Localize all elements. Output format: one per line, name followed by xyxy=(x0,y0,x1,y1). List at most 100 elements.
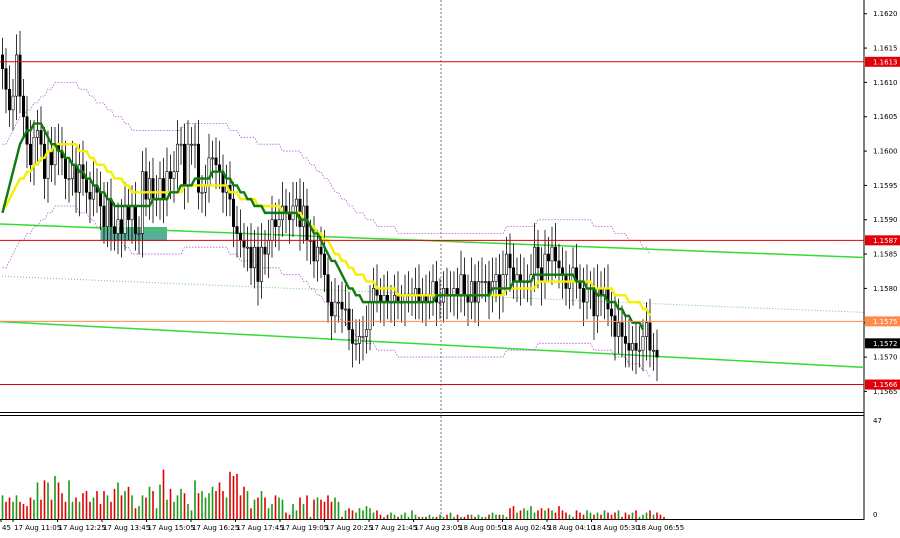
price-chart-canvas[interactable]: 1.1620 1.1615 1.1610 1.1605 1.1600 1.1595 1.15… xyxy=(0,0,900,534)
candle xyxy=(137,233,141,235)
candle xyxy=(186,143,190,186)
candle xyxy=(459,274,463,296)
candle xyxy=(634,343,638,351)
candle xyxy=(480,281,484,283)
candle xyxy=(294,198,298,207)
candle xyxy=(123,205,127,234)
candle xyxy=(99,191,103,207)
chart-background xyxy=(0,0,900,534)
time-tick-label: 18 Aug 04:10 xyxy=(548,524,595,532)
candle xyxy=(42,143,46,179)
current-price-label: 1.1572 xyxy=(873,340,898,348)
price-tick-label: 1.1615 xyxy=(873,45,898,53)
candle xyxy=(169,171,173,179)
candle xyxy=(263,246,267,255)
candle xyxy=(315,246,319,262)
candle xyxy=(623,336,627,344)
candle xyxy=(630,343,634,351)
price-tick-label: 1.1580 xyxy=(873,285,898,293)
time-tick-label: 17 Aug 19:05 xyxy=(281,524,328,532)
price-tick-label: 1.1595 xyxy=(873,182,898,190)
candle xyxy=(71,164,75,179)
time-tick-label: 17 Aug 17:45 xyxy=(237,524,284,532)
candle xyxy=(253,246,257,269)
candle xyxy=(494,274,498,282)
candle xyxy=(28,143,32,166)
candle xyxy=(326,274,330,303)
candle xyxy=(214,157,218,166)
price-tick-label: 1.1600 xyxy=(873,148,898,156)
candle xyxy=(431,281,435,296)
candle xyxy=(371,288,375,303)
candle xyxy=(648,322,652,351)
candle xyxy=(211,157,215,160)
candle xyxy=(106,198,110,227)
candle xyxy=(134,205,138,234)
candle xyxy=(329,301,333,317)
candle xyxy=(473,281,477,303)
candle xyxy=(553,246,557,262)
candle xyxy=(162,178,166,200)
candle xyxy=(120,219,124,234)
candle xyxy=(581,288,585,303)
candle xyxy=(497,274,501,296)
candle xyxy=(183,143,187,186)
price-tick-label: 1.1605 xyxy=(873,113,898,121)
candle xyxy=(21,95,25,118)
candle xyxy=(239,233,243,241)
candle xyxy=(179,143,183,146)
candle xyxy=(172,171,176,179)
candle xyxy=(256,246,260,282)
candle xyxy=(102,205,106,227)
candle xyxy=(270,219,274,241)
candle xyxy=(637,349,641,352)
price-tick-label: 1.1585 xyxy=(873,251,898,259)
time-tick-label: 18 Aug 00:50 xyxy=(459,524,506,532)
candle xyxy=(35,130,39,138)
candle xyxy=(266,240,270,255)
candle xyxy=(546,253,550,262)
candle xyxy=(511,267,515,282)
level-price-label: 1.1566 xyxy=(873,381,898,389)
time-tick-label: 17 Aug 15:05 xyxy=(148,524,195,532)
time-tick-label: 18 Aug 02:45 xyxy=(504,524,551,532)
price-tick-label: 1.1610 xyxy=(873,79,898,87)
candle xyxy=(557,260,561,269)
candle xyxy=(190,143,194,146)
time-tick-label: 45 xyxy=(2,524,11,532)
candle xyxy=(469,281,473,303)
time-tick-label: 18 Aug 05:30 xyxy=(593,524,640,532)
candle xyxy=(609,308,613,317)
candle xyxy=(585,288,589,303)
time-tick-label: 17 Aug 11:05 xyxy=(14,524,61,532)
volume-max-label: 47 xyxy=(873,417,882,425)
candle xyxy=(550,246,554,262)
candle xyxy=(200,191,204,194)
candle xyxy=(361,336,365,338)
time-tick-label: 17 Aug 16:25 xyxy=(192,524,239,532)
candle xyxy=(49,150,53,166)
volume-zero-label: 0 xyxy=(873,511,877,519)
candle xyxy=(536,246,540,269)
candle xyxy=(476,281,480,303)
candle xyxy=(613,315,617,337)
candle xyxy=(504,253,508,275)
candle xyxy=(39,130,43,145)
candle xyxy=(85,178,89,193)
candle xyxy=(620,322,624,337)
candle xyxy=(312,240,316,262)
candle xyxy=(340,301,344,310)
candle xyxy=(347,308,351,330)
candle xyxy=(64,157,68,179)
candle xyxy=(92,185,96,200)
candle xyxy=(655,349,659,358)
level-price-label: 1.1575 xyxy=(873,318,898,326)
candle xyxy=(193,143,197,146)
candle xyxy=(116,219,120,234)
candle xyxy=(32,137,36,166)
candle xyxy=(8,88,12,111)
candle xyxy=(364,329,368,337)
candle xyxy=(144,171,148,200)
candle xyxy=(232,198,236,227)
trading-chart[interactable]: 1.1620 1.1615 1.1610 1.1605 1.1600 1.1595 1.15… xyxy=(0,0,900,534)
